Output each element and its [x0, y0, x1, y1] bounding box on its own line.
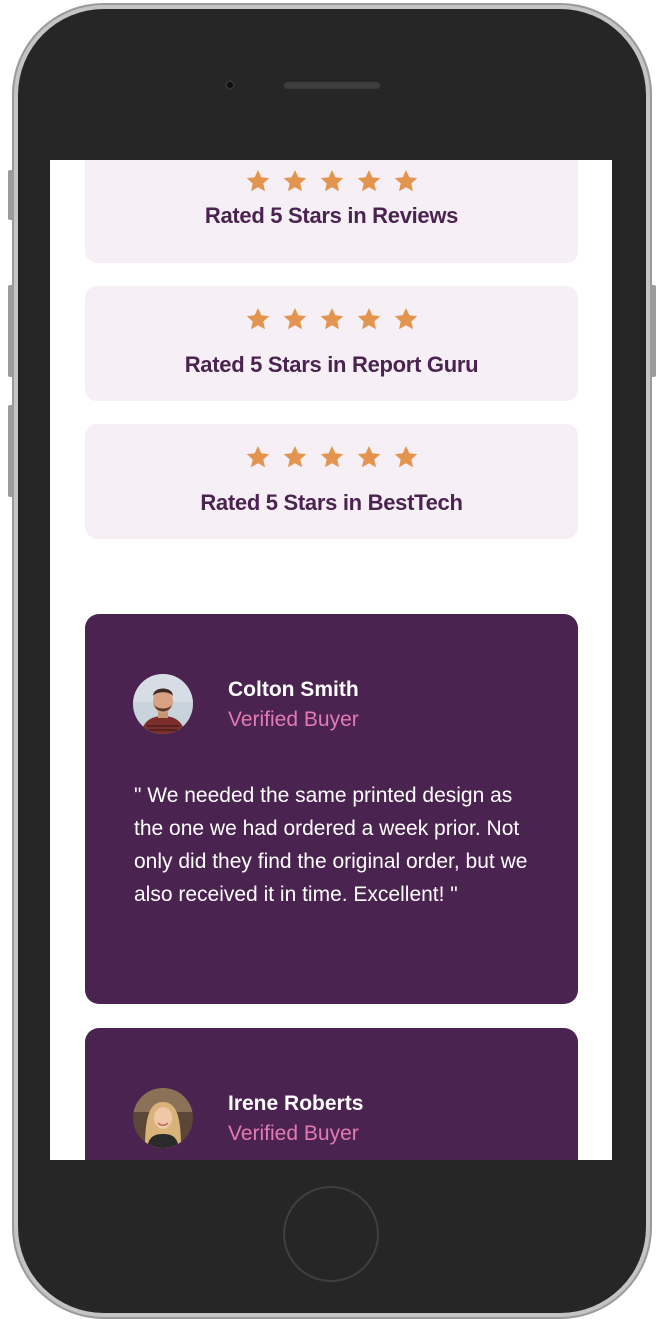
star-rating — [85, 306, 578, 336]
testimonial-quote: " We needed the same printed design as t… — [134, 784, 528, 906]
rating-card-report-guru: Rated 5 Stars in Report Guru — [85, 286, 578, 401]
star-icon — [319, 306, 345, 332]
mute-switch — [8, 170, 14, 220]
star-rating — [85, 168, 578, 198]
rating-label: Rated 5 Stars in Reviews — [204, 203, 459, 228]
testimonial-card: Colton Smith Verified Buyer " We needed … — [85, 614, 578, 1004]
star-icon — [245, 168, 271, 194]
star-icon — [356, 444, 382, 470]
rating-label: Rated 5 Stars in Report Guru — [184, 352, 479, 377]
rating-card-reviews: Rated 5 Stars in Reviews — [85, 160, 578, 263]
star-icon — [356, 168, 382, 194]
star-icon — [245, 444, 271, 470]
star-icon — [245, 306, 271, 332]
star-icon — [282, 306, 308, 332]
home-button[interactable] — [283, 1186, 379, 1282]
rating-card-besttech: Rated 5 Stars in BestTech — [85, 424, 578, 539]
phone-screen: Rated 5 Stars in Reviews Rated 5 Stars i… — [50, 160, 612, 1160]
star-icon — [393, 444, 419, 470]
star-icon — [356, 306, 382, 332]
front-camera — [225, 80, 235, 90]
star-rating — [85, 444, 578, 474]
star-icon — [282, 444, 308, 470]
star-icon — [319, 444, 345, 470]
star-icon — [319, 168, 345, 194]
volume-up-button — [8, 285, 14, 377]
avatar — [133, 674, 193, 734]
verified-buyer-badge: Verified Buyer — [228, 708, 359, 731]
earpiece-speaker — [283, 80, 381, 89]
reviewer-name: Colton Smith — [228, 678, 359, 701]
verified-buyer-badge: Verified Buyer — [228, 1122, 359, 1145]
power-button — [650, 285, 656, 377]
star-icon — [282, 168, 308, 194]
star-icon — [393, 306, 419, 332]
volume-down-button — [8, 405, 14, 497]
rating-label: Rated 5 Stars in BestTech — [200, 490, 463, 515]
avatar — [133, 1088, 193, 1148]
reviewer-name: Irene Roberts — [228, 1092, 364, 1115]
star-icon — [393, 168, 419, 194]
testimonial-card: Irene Roberts Verified Buyer — [85, 1028, 578, 1160]
